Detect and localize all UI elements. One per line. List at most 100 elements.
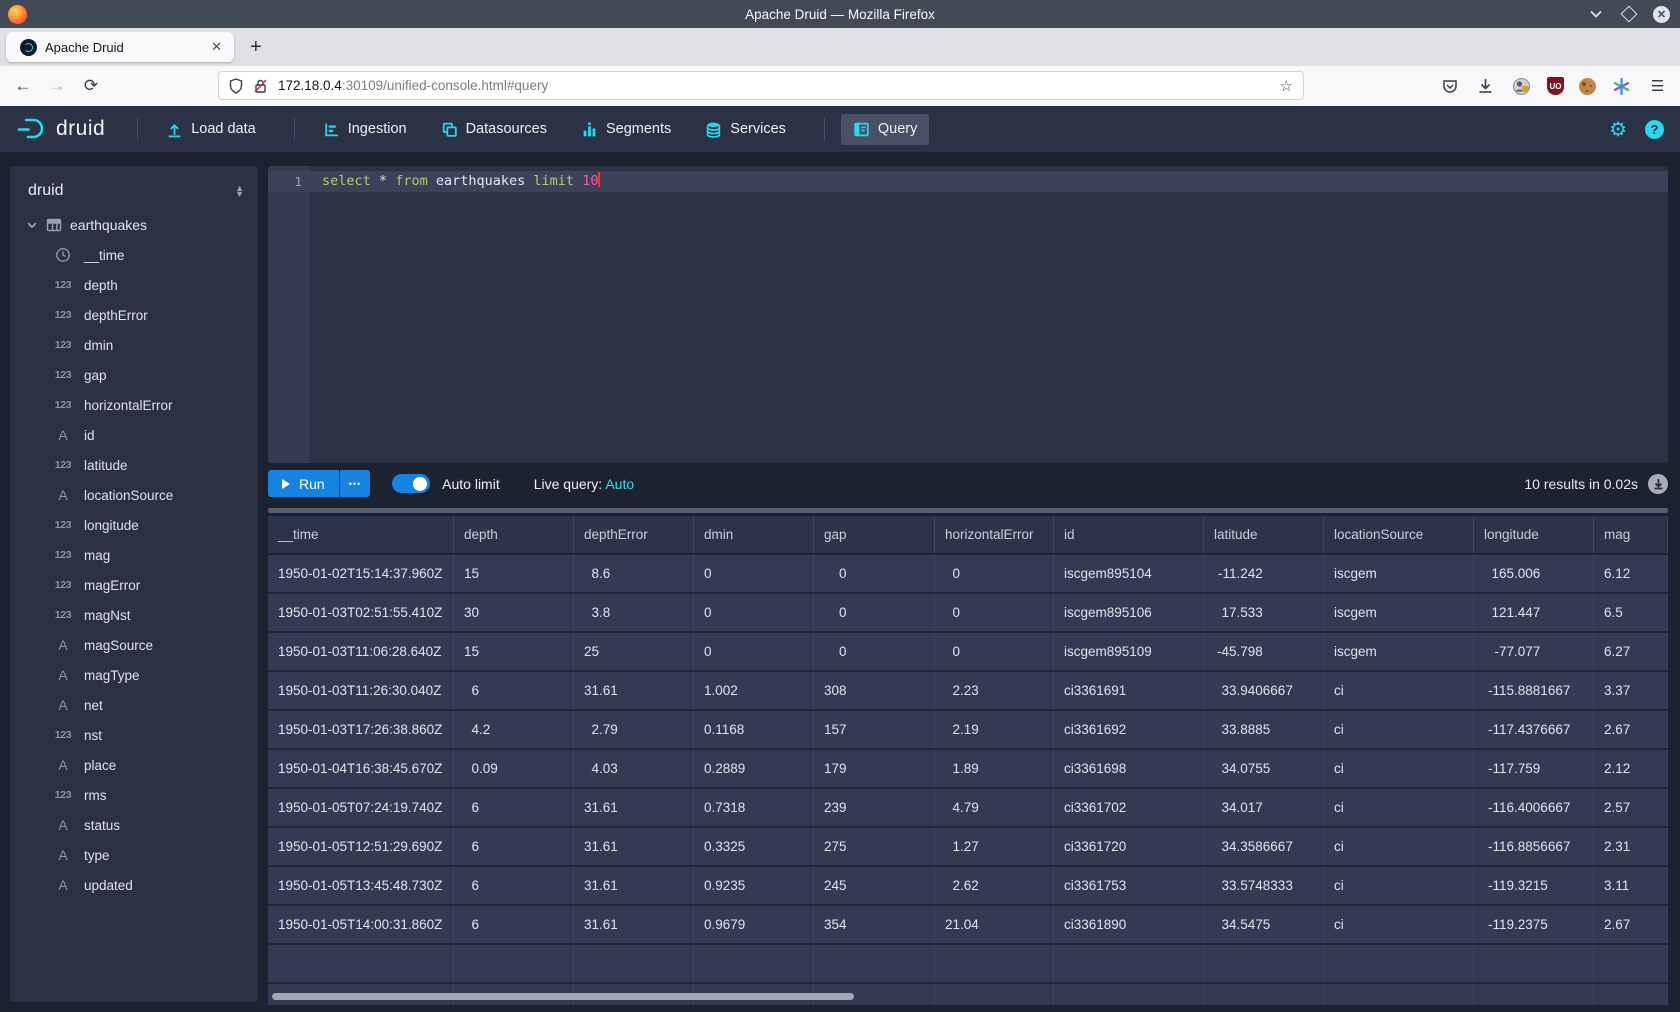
cell-horizontalError[interactable]: 21.04: [935, 906, 1054, 943]
cell-depthError[interactable]: 8.6: [574, 555, 694, 592]
cell-depth[interactable]: 6: [454, 867, 574, 904]
run-more-button[interactable]: •••: [340, 470, 370, 497]
cell-latitude[interactable]: 34.0755: [1204, 750, 1324, 787]
new-tab-button[interactable]: +: [250, 36, 262, 59]
query-editor[interactable]: 1 select * from earthquakes limit 10: [268, 166, 1668, 463]
browser-tab[interactable]: Apache Druid ✕: [6, 32, 234, 62]
extension-asterisk-icon[interactable]: [1611, 76, 1632, 97]
cell-__time[interactable]: 1950-01-04T16:38:45.670Z: [268, 750, 454, 787]
cell-dmin[interactable]: 0.1168: [694, 711, 814, 748]
cell-latitude[interactable]: 33.9406667: [1204, 672, 1324, 709]
cell-latitude[interactable]: 33.8885: [1204, 711, 1324, 748]
menu-hamburger-icon[interactable]: ☰: [1647, 76, 1668, 97]
cell-depth[interactable]: 0.09: [454, 750, 574, 787]
cell-locationSource[interactable]: iscgem: [1324, 555, 1474, 592]
cell-gap[interactable]: 275: [814, 828, 935, 865]
cell-id[interactable]: ci3361702: [1054, 789, 1204, 826]
cell-latitude[interactable]: 34.017: [1204, 789, 1324, 826]
cell-horizontalError[interactable]: 1.27: [935, 828, 1054, 865]
bookmark-star-icon[interactable]: ☆: [1280, 77, 1293, 95]
column-header-gap[interactable]: gap: [814, 516, 935, 553]
cell-latitude[interactable]: 34.3586667: [1204, 828, 1324, 865]
cell-gap[interactable]: 245: [814, 867, 935, 904]
sidebar-column-locationSource[interactable]: AlocationSource: [10, 480, 258, 510]
forward-icon[interactable]: →: [40, 76, 74, 96]
cell-id[interactable]: ci3361720: [1054, 828, 1204, 865]
cell-depth[interactable]: 15: [454, 633, 574, 670]
column-header-horizontalError[interactable]: horizontalError: [935, 516, 1054, 553]
cell-id[interactable]: iscgem895104: [1054, 555, 1204, 592]
cell-locationSource[interactable]: ci: [1324, 672, 1474, 709]
sidebar-column-dmin[interactable]: 123dmin: [10, 330, 258, 360]
tracking-shield-icon[interactable]: [229, 78, 243, 94]
cell-dmin[interactable]: 0: [694, 633, 814, 670]
cell-horizontalError[interactable]: 2.19: [935, 711, 1054, 748]
cell-locationSource[interactable]: ci: [1324, 750, 1474, 787]
live-query-control[interactable]: Live query: Auto: [534, 476, 634, 492]
cell-depthError[interactable]: 31.61: [574, 867, 694, 904]
sidebar-column-magSource[interactable]: AmagSource: [10, 630, 258, 660]
cell-mag[interactable]: 6.27: [1594, 633, 1668, 670]
nav-item-services[interactable]: Services: [693, 114, 798, 145]
cell-dmin[interactable]: 0.9235: [694, 867, 814, 904]
cell-mag[interactable]: 2.31: [1594, 828, 1668, 865]
cell-dmin[interactable]: 0: [694, 594, 814, 631]
cell-__time[interactable]: 1950-01-05T12:51:29.690Z: [268, 828, 454, 865]
cell-depth[interactable]: 6: [454, 672, 574, 709]
back-icon[interactable]: ←: [6, 76, 40, 96]
column-header-longitude[interactable]: longitude: [1474, 516, 1594, 553]
cell-horizontalError[interactable]: 2.62: [935, 867, 1054, 904]
cell-depthError[interactable]: 25: [574, 633, 694, 670]
sidebar-column-horizontalError[interactable]: 123horizontalError: [10, 390, 258, 420]
column-header-id[interactable]: id: [1054, 516, 1204, 553]
nav-item-load-data[interactable]: Load data: [154, 114, 268, 145]
cell-depth[interactable]: 6: [454, 906, 574, 943]
cell-depth[interactable]: 15: [454, 555, 574, 592]
cell-__time[interactable]: 1950-01-05T14:00:31.860Z: [268, 906, 454, 943]
cell-depthError[interactable]: 3.8: [574, 594, 694, 631]
cell-locationSource[interactable]: iscgem: [1324, 594, 1474, 631]
cell-longitude[interactable]: 121.447: [1474, 594, 1594, 631]
column-header-depth[interactable]: depth: [454, 516, 574, 553]
cell-horizontalError[interactable]: 0: [935, 555, 1054, 592]
cell-horizontalError[interactable]: 0: [935, 633, 1054, 670]
sidebar-column-depth[interactable]: 123depth: [10, 270, 258, 300]
url-text[interactable]: 172.18.0.4:30109/unified-console.html#qu…: [278, 78, 1280, 93]
live-query-value[interactable]: Auto: [605, 476, 634, 492]
cell-longitude[interactable]: -119.3215: [1474, 867, 1594, 904]
sidebar-column-magError[interactable]: 123magError: [10, 570, 258, 600]
reload-icon[interactable]: ⟳: [74, 76, 108, 96]
cell-gap[interactable]: 179: [814, 750, 935, 787]
sidebar-column-mag[interactable]: 123mag: [10, 540, 258, 570]
cell-dmin[interactable]: 0.9679: [694, 906, 814, 943]
cell-longitude[interactable]: -119.2375: [1474, 906, 1594, 943]
cell-id[interactable]: iscgem895106: [1054, 594, 1204, 631]
horizontal-scrollbar[interactable]: [272, 993, 854, 1000]
column-header-latitude[interactable]: latitude: [1204, 516, 1324, 553]
schema-selector[interactable]: druid ▲▼: [10, 166, 258, 210]
cell-depth[interactable]: 6: [454, 789, 574, 826]
cell-horizontalError[interactable]: 2.23: [935, 672, 1054, 709]
downloads-icon[interactable]: [1475, 76, 1496, 97]
cell-longitude[interactable]: -116.4006667: [1474, 789, 1594, 826]
cell-depthError[interactable]: 31.61: [574, 672, 694, 709]
cell-gap[interactable]: 0: [814, 633, 935, 670]
cell-longitude[interactable]: -115.8881667: [1474, 672, 1594, 709]
cell-depthError[interactable]: 31.61: [574, 828, 694, 865]
cell-id[interactable]: ci3361890: [1054, 906, 1204, 943]
pocket-icon[interactable]: [1439, 76, 1460, 97]
cell-dmin[interactable]: 0.7318: [694, 789, 814, 826]
sidebar-column-longitude[interactable]: 123longitude: [10, 510, 258, 540]
cell-mag[interactable]: 6.5: [1594, 594, 1668, 631]
nav-item-segments[interactable]: Segments: [569, 114, 683, 145]
sidebar-column-net[interactable]: Anet: [10, 690, 258, 720]
query-text[interactable]: select * from earthquakes limit 10: [322, 171, 600, 192]
ublock-icon[interactable]: UO: [1547, 77, 1564, 95]
cell-gap[interactable]: 239: [814, 789, 935, 826]
cell-__time[interactable]: 1950-01-03T11:26:30.040Z: [268, 672, 454, 709]
cell-mag[interactable]: 2.67: [1594, 906, 1668, 943]
sidebar-column-__time[interactable]: __time: [10, 240, 258, 270]
sidebar-column-rms[interactable]: 123rms: [10, 780, 258, 810]
cell-latitude[interactable]: 33.5748333: [1204, 867, 1324, 904]
window-close-button[interactable]: ✕: [1653, 6, 1670, 23]
